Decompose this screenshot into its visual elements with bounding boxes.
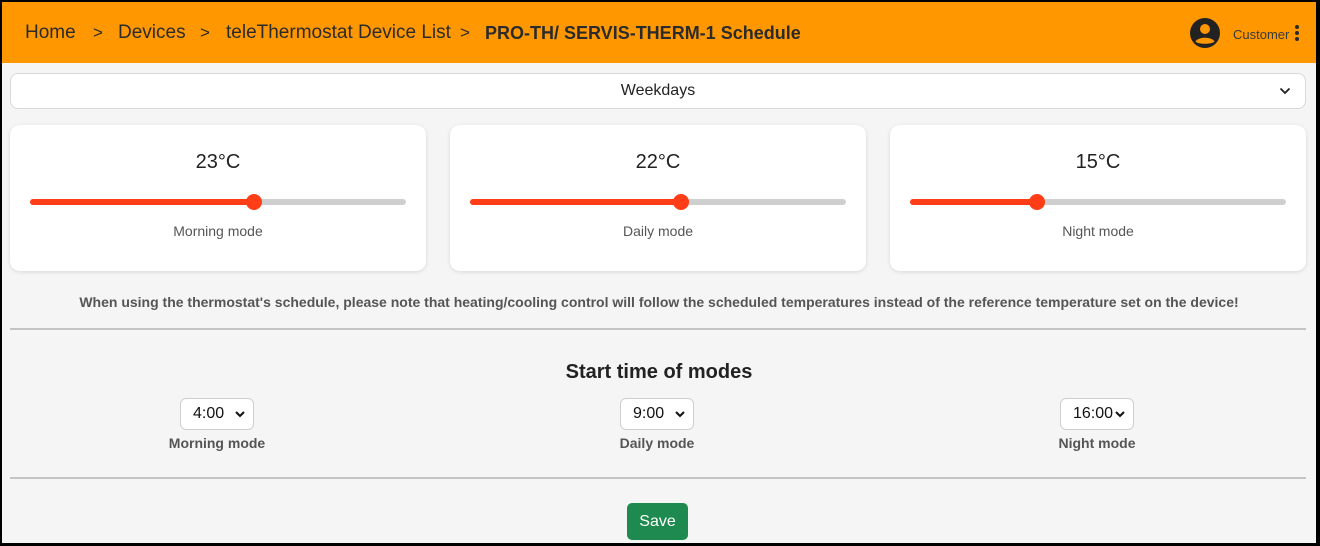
chevron-down-icon [1279,87,1291,95]
temperature-slider[interactable] [910,194,1286,210]
temperature-slider[interactable] [30,194,406,210]
header-bar: Home > Devices > teleThermostat Device L… [2,2,1316,63]
slider-fill [470,199,681,205]
slider-fill [30,199,255,205]
breadcrumb-separator: > [200,23,210,42]
account-circle-icon[interactable] [1190,18,1220,48]
chevron-down-icon [675,411,685,418]
more-vert-icon[interactable] [1293,25,1301,45]
breadcrumb-device-list[interactable]: teleThermostat Device List [226,22,451,44]
chevron-down-icon [1115,411,1125,418]
slider-thumb[interactable] [246,194,263,210]
save-button[interactable]: Save [627,503,688,540]
slider-thumb[interactable] [672,194,689,210]
daily-mode-card: 22°C Daily mode [450,125,866,271]
app-window: Home > Devices > teleThermostat Device L… [2,2,1316,543]
mode-label: Morning mode [173,223,263,239]
night-start-time: 16:00 Night mode [1037,398,1157,451]
breadcrumb-separator: > [460,23,470,42]
temperature-value: 15°C [1075,151,1121,173]
daily-start-time: 9:00 Daily mode [597,398,717,451]
time-value: 16:00 [1073,405,1114,422]
morning-time-select[interactable]: 4:00 [180,398,254,430]
section-title: Start time of modes [565,361,753,383]
divider [10,328,1306,330]
breadcrumb-home[interactable]: Home [25,22,76,44]
day-type-select[interactable]: Weekdays [10,73,1306,109]
page-title: PRO-TH/ SERVIS-THERM-1 Schedule [485,23,801,43]
mode-label: Daily mode [619,435,695,451]
breadcrumb-devices[interactable]: Devices [118,22,186,44]
time-value: 9:00 [633,405,665,422]
night-time-select[interactable]: 16:00 [1060,398,1134,430]
mode-label: Night mode [1058,435,1136,451]
temperature-value: 22°C [635,151,681,173]
night-mode-card: 15°C Night mode [890,125,1306,271]
morning-start-time: 4:00 Morning mode [157,398,277,451]
mode-label: Night mode [1062,223,1134,239]
schedule-note: When using the thermostat's schedule, pl… [79,294,1239,310]
divider [10,477,1306,479]
daily-time-select[interactable]: 9:00 [620,398,694,430]
temperature-slider[interactable] [470,194,846,210]
breadcrumb-separator: > [93,23,103,42]
temperature-value: 23°C [195,151,241,173]
slider-fill [910,199,1038,205]
day-type-value: Weekdays [620,82,696,99]
time-value: 4:00 [193,405,225,422]
morning-mode-card: 23°C Morning mode [10,125,426,271]
mode-label: Daily mode [622,223,694,239]
chevron-down-icon [235,411,245,418]
mode-label: Morning mode [168,435,266,451]
slider-thumb[interactable] [1029,194,1046,210]
user-role-label[interactable]: Customer [1233,27,1289,42]
